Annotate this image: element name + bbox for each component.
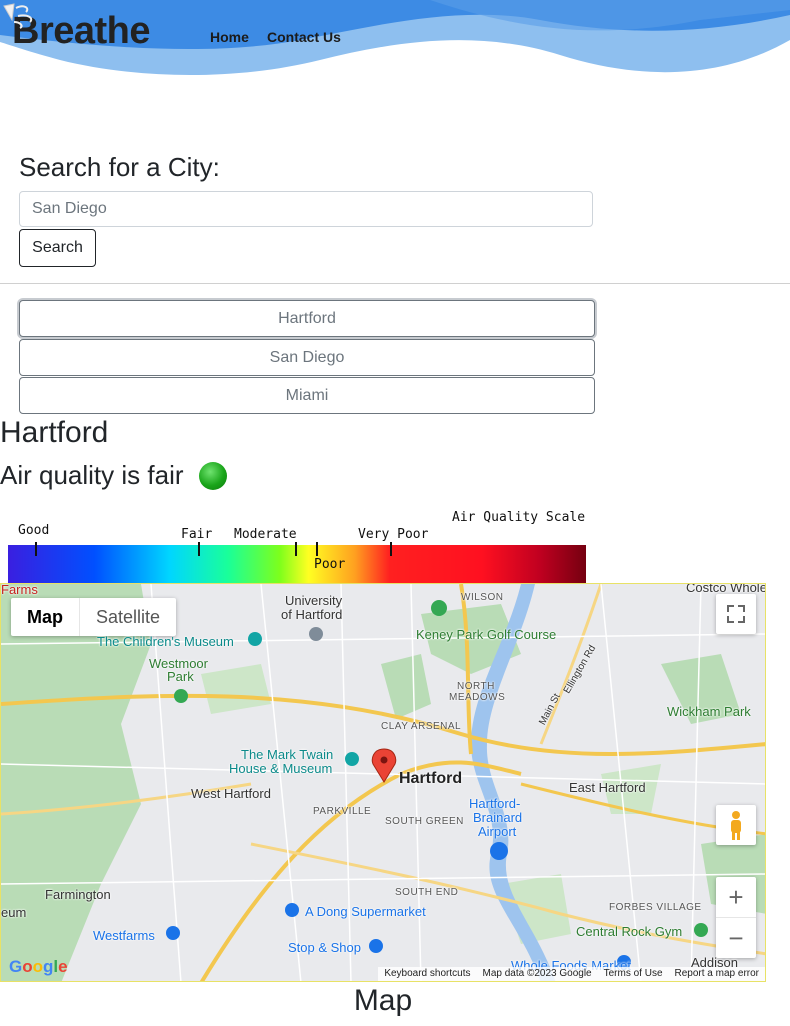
scale-label-poor: Poor [314,557,346,572]
map-label-stop-and-shop: Stop & Shop [288,940,361,955]
map-label-north: NORTH [457,681,495,692]
map-label-clay-arsenal: CLAY ARSENAL [381,721,462,732]
air-quality-status: Air quality is fair [0,460,184,490]
map-label-airport-1: Hartford- [469,796,521,811]
scale-tick-very-poor [390,542,392,556]
map-label-meadows: MEADOWS [449,692,506,703]
wind-icon [3,3,33,29]
map-label-a-dong: A Dong Supermarket [305,904,426,919]
map-label-costco: Costco Whole [686,583,766,595]
map-type-satellite-button[interactable]: Satellite [79,598,176,636]
map-type-control: Map Satellite [11,598,177,636]
map-caption: Map [353,984,413,1017]
scale-label-good: Good [18,523,50,538]
city-button-san-diego[interactable]: San Diego [19,339,595,376]
scale-title: Air Quality Scale [452,510,586,525]
scale-label-fair: Fair [181,527,213,542]
map-label-airport-3: Airport [478,824,517,839]
scale-tick-moderate [295,542,297,556]
map-label-mark-twain-2: House & Museum [229,761,333,776]
map-label-university: University [285,593,343,608]
scale-tick-fair [198,542,200,556]
map-label-farmington: Farmington [45,887,111,902]
map-type-map-button[interactable]: Map [11,598,79,636]
map-label-keney-park: Keney Park Golf Course [416,627,557,642]
city-button-miami[interactable]: Miami [19,377,595,414]
current-city-title: Hartford [0,416,109,449]
map-label-west-hartford: West Hartford [191,786,271,801]
map-label-forbes-village: FORBES VILLAGE [609,902,702,913]
zoom-in-button[interactable]: + [716,877,756,918]
scale-label-very-poor: Very Poor [358,527,429,542]
pegman-icon [731,811,741,840]
map-data-credit: Map data ©2023 Google [482,968,592,979]
site-header: Breathe Home Contact Us [0,0,790,90]
scale-gradient-bar [8,545,586,583]
city-button-hartford[interactable]: Hartford [19,300,595,337]
map-label-central-rock-gym: Central Rock Gym [576,924,683,939]
search-button[interactable]: Search [19,229,96,267]
street-view-pegman-button[interactable] [716,805,756,845]
keyboard-shortcuts-link[interactable]: Keyboard shortcuts [384,967,470,981]
map-attribution: Keyboard shortcuts Map data ©2023 Google… [378,967,765,981]
map-label-wilson: WILSON [461,592,504,603]
search-heading: Search for a City: [19,152,220,182]
air-quality-indicator-icon [199,462,227,490]
zoom-control: + − [716,877,756,958]
google-map[interactable]: Map Satellite + − University of Hartford… [0,583,766,982]
map-label-childrens-museum: The Children's Museum [97,634,234,649]
nav-home[interactable]: Home [210,29,249,45]
map-label-farms: Farms [1,583,38,597]
map-label-east-hartford: East Hartford [569,780,646,795]
map-label-airport-2: Brainard [473,810,523,825]
air-quality-scale: Air Quality Scale Good Fair Moderate Ver… [8,505,586,585]
scale-tick-good [35,542,37,556]
map-label-westfarms: Westfarms [93,928,155,943]
zoom-out-button[interactable]: − [716,918,756,958]
map-label-mark-twain: The Mark Twain [241,747,334,762]
terms-of-use-link[interactable]: Terms of Use [604,967,663,981]
fullscreen-icon [727,605,745,623]
fullscreen-button[interactable] [716,594,756,634]
scale-tick-poor [316,542,318,556]
divider [0,283,790,284]
map-label-south-end: SOUTH END [395,887,459,898]
city-search-input[interactable] [19,191,593,227]
map-label-parkville: PARKVILLE [313,806,372,817]
map-label-eum: eum [1,905,27,920]
map-label-westmoor-park: Park [167,669,194,684]
report-map-error-link[interactable]: Report a map error [675,967,759,981]
map-label-hartford: Hartford [399,770,463,787]
map-label-university-2: of Hartford [281,607,343,622]
map-label-south-green: SOUTH GREEN [385,816,464,827]
scale-label-moderate: Moderate [234,527,297,542]
nav-contact-us[interactable]: Contact Us [267,29,341,45]
map-label-wickham-park: Wickham Park [667,704,751,719]
google-logo: Google [9,957,68,976]
